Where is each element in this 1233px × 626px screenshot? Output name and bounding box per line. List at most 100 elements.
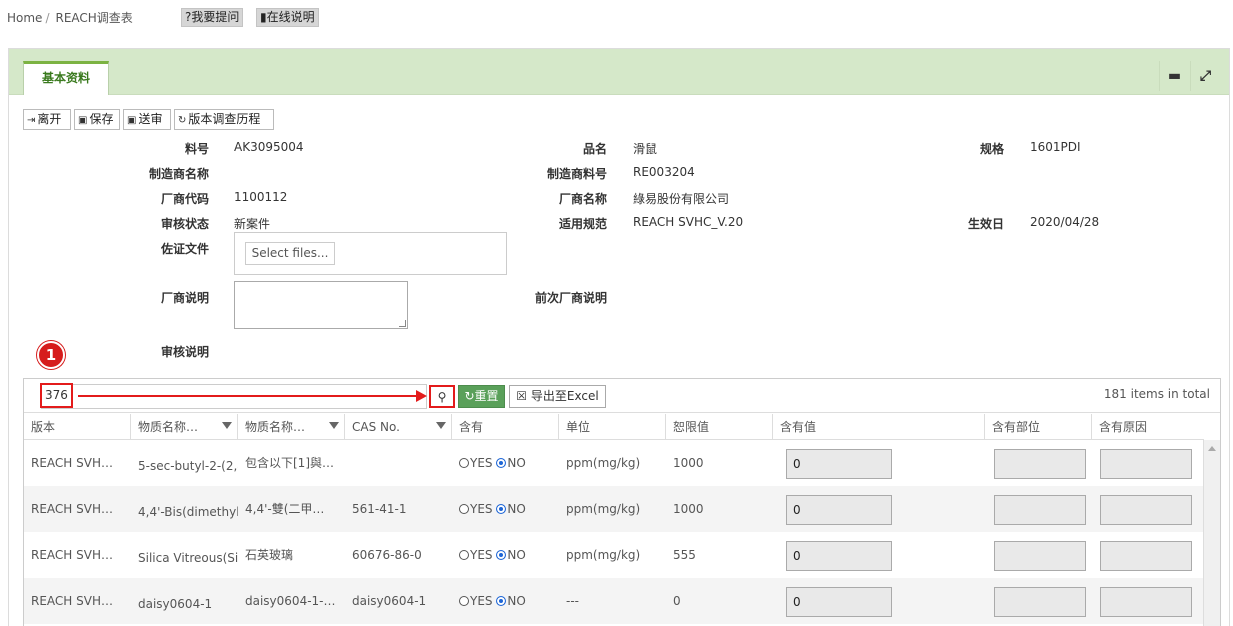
filter-icon[interactable] (329, 422, 339, 429)
search-icon: ⚲ (437, 390, 447, 404)
radio-no[interactable] (496, 550, 507, 560)
version-history-button[interactable]: ↻ 版本调查历程 (174, 109, 274, 130)
vertical-scrollbar[interactable] (1203, 440, 1220, 626)
save-button[interactable]: ▣ 保存 (74, 109, 120, 130)
cell-substance-name-2: 4,4'-雙(二甲… (245, 502, 325, 516)
cell-substance-name-1: Silica Vitreous(Si (138, 551, 238, 565)
radio-no-label: NO (507, 594, 526, 608)
ask-question-button[interactable]: ?我要提问 (181, 8, 244, 27)
content-reason-input[interactable] (1100, 587, 1192, 617)
column-content-reason[interactable]: 含有原因 (1092, 414, 1204, 440)
reset-label: 重置 (474, 389, 499, 403)
cell-threshold: 555 (673, 548, 696, 562)
online-help-button[interactable]: ▮在线说明 (256, 8, 319, 27)
submit-review-button[interactable]: ▣ 送审 (123, 109, 171, 130)
column-version[interactable]: 版本 (24, 414, 131, 440)
content-value-input[interactable]: 0 (786, 449, 892, 479)
mfr-part-value: RE003204 (633, 165, 695, 179)
radio-yes[interactable] (459, 550, 469, 560)
cell-version: REACH SVH… (31, 502, 113, 516)
export-label: 导出至Excel (530, 389, 599, 403)
export-excel-button[interactable]: ☒ 导出至Excel (509, 385, 606, 408)
column-substance-name-1[interactable]: 物质名称… (131, 414, 238, 440)
minimize-icon[interactable]: ▬ (1159, 61, 1189, 91)
status-value: 新案件 (234, 217, 271, 231)
filter-icon[interactable] (436, 422, 446, 429)
regulation-label: 适用规范 (558, 217, 607, 231)
search-value-highlight: 376 (40, 383, 73, 408)
select-files-button[interactable]: Select files... (245, 242, 335, 265)
content-reason-input[interactable] (1100, 541, 1192, 571)
exit-icon: ⇥ (27, 115, 36, 126)
radio-no[interactable] (496, 458, 507, 468)
breadcrumb-home[interactable]: Home (7, 11, 42, 25)
column-contains[interactable]: 含有 (452, 414, 559, 440)
cell-version: REACH SVH… (31, 548, 113, 562)
cell-threshold: 0 (673, 594, 681, 608)
tab-basic-info[interactable]: 基本资料 (23, 61, 109, 95)
content-location-input[interactable] (994, 449, 1086, 479)
total-count: 181 items in total (1103, 387, 1210, 401)
search-button[interactable]: ⚲ (429, 385, 455, 408)
product-value: 滑鼠 (633, 142, 658, 156)
leave-label: 离开 (37, 112, 62, 126)
column-unit[interactable]: 单位 (559, 414, 666, 440)
content-reason-input[interactable] (1100, 449, 1192, 479)
expand-icon[interactable]: ⤢ (1190, 61, 1220, 91)
radio-yes[interactable] (459, 504, 469, 514)
content-value-input[interactable]: 0 (786, 495, 892, 525)
radio-yes-label: YES (470, 594, 493, 608)
cell-threshold: 1000 (673, 502, 704, 516)
radio-no[interactable] (496, 504, 507, 514)
top-bar: Home / REACH调查表 ?我要提问 ▮在线说明 (0, 0, 1233, 36)
radio-yes[interactable] (459, 596, 469, 606)
content-location-input[interactable] (994, 495, 1086, 525)
annotation-arrow (78, 395, 418, 397)
content-value-input[interactable]: 0 (786, 541, 892, 571)
part-no-value: AK3095004 (234, 140, 304, 154)
content-value-input[interactable]: 0 (786, 587, 892, 617)
column-threshold[interactable]: 恕限值 (666, 414, 773, 440)
leave-button[interactable]: ⇥ 离开 (23, 109, 71, 130)
review-note-label: 审核说明 (160, 345, 209, 359)
content-reason-input[interactable] (1100, 495, 1192, 525)
basic-info-panel: 基本资料 ▬ ⤢ ⇥ 离开 ▣ 保存 ▣ 送审 ↻ 版本调查历程 料号 AK309500… (8, 48, 1230, 626)
radio-yes[interactable] (459, 458, 469, 468)
content-location-input[interactable] (994, 541, 1086, 571)
effective-date-label: 生效日 (967, 217, 1004, 231)
column-substance-name-2-label: 物质名称… (245, 420, 306, 434)
cell-contains: YES NO (452, 532, 559, 578)
column-substance-name-2[interactable]: 物质名称… (238, 414, 345, 440)
cell-threshold: 1000 (673, 456, 704, 470)
filter-icon[interactable] (222, 422, 232, 429)
table-row: REACH SVH… Silica Vitreous(Si 石英玻璃 60676… (24, 532, 1204, 578)
column-content-location[interactable]: 含有部位 (985, 414, 1092, 440)
reset-icon: ↻ (464, 389, 475, 403)
cell-cas-no (345, 440, 452, 486)
radio-no-label: NO (507, 548, 526, 562)
scroll-up-icon[interactable] (1208, 446, 1216, 451)
excel-icon: ☒ (516, 389, 528, 403)
online-help-label: 在线说明 (266, 10, 315, 24)
reset-button[interactable]: ↻重置 (458, 385, 505, 408)
cell-version: REACH SVH… (31, 456, 113, 470)
cell-contains: YES NO (452, 578, 559, 624)
floppy-icon: ▣ (127, 115, 137, 126)
grid-header: 版本 物质名称… 物质名称… CAS No. 含有 单位 恕限值 含有值 含有部… (24, 414, 1204, 440)
vendor-note-textarea[interactable] (234, 281, 408, 329)
column-cas-no[interactable]: CAS No. (345, 414, 452, 440)
cell-cas-no: daisy0604-1 (352, 594, 427, 608)
content-location-input[interactable] (994, 587, 1086, 617)
table-row: REACH SVH… daisy0604-1 daisy0604-1-… dai… (24, 578, 1204, 624)
radio-no[interactable] (496, 596, 507, 606)
cell-substance-name-2: 包含以下[1]與… (245, 456, 334, 470)
evidence-label: 佐证文件 (160, 242, 209, 256)
cell-substance-name-1: daisy0604-1 (138, 597, 213, 611)
vendor-note-label: 厂商说明 (160, 291, 209, 305)
breadcrumb: Home / REACH调查表 (7, 9, 133, 26)
history-icon: ↻ (178, 115, 187, 126)
mfr-name-label: 制造商名称 (148, 167, 209, 181)
part-no-label: 料号 (184, 142, 209, 156)
column-content-value[interactable]: 含有值 (773, 414, 985, 440)
resize-handle-icon[interactable] (399, 320, 406, 327)
